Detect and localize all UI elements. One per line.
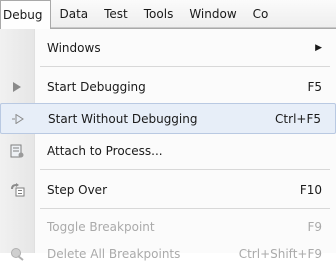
step-over-icon: [0, 174, 34, 205]
menu-item-windows[interactable]: Windows ▶: [0, 32, 336, 63]
menu-test[interactable]: Test: [96, 0, 136, 27]
menu-item-delete-all-breakpoints[interactable]: Delete All Breakpoints Ctrl+Shift+F9: [0, 242, 336, 266]
menu-bar: Debug Data Test Tools Window Co: [0, 0, 336, 29]
menu-window-label: Window: [189, 6, 237, 21]
menu-item-label: Start Debugging: [47, 79, 146, 94]
menu-item-label: Delete All Breakpoints: [47, 247, 181, 261]
menu-item-shortcut: F5: [307, 79, 322, 94]
menu-item-label: Step Over: [47, 182, 107, 197]
menu-item-shortcut: Ctrl+Shift+F9: [238, 247, 322, 261]
menu-community-label: Co: [252, 6, 269, 21]
menu-item-label: Start Without Debugging: [48, 111, 198, 126]
menu-item-toggle-breakpoint[interactable]: Toggle Breakpoint F9: [0, 212, 336, 242]
menu-item-start-debugging[interactable]: Start Debugging F5: [0, 71, 336, 102]
menu-debug[interactable]: Debug: [0, 0, 52, 29]
menu-tools[interactable]: Tools: [136, 0, 182, 27]
menu-separator: [40, 66, 330, 67]
menu-separator: [40, 208, 330, 209]
menu-item-label: Windows: [47, 40, 101, 55]
menu-item-label: Attach to Process...: [47, 143, 163, 158]
menu-item-step-over[interactable]: Step Over F10: [0, 174, 336, 205]
menu-debug-label: Debug: [3, 8, 43, 22]
menu-community-truncated[interactable]: Co: [245, 0, 277, 27]
menu-item-start-without-debugging[interactable]: Start Without Debugging Ctrl+F5: [0, 103, 336, 134]
menu-data[interactable]: Data: [51, 0, 96, 27]
debug-dropdown-menu: Windows ▶ Start Debugging F5 Start Witho…: [0, 28, 336, 261]
play-icon: [0, 71, 34, 102]
menu-item-shortcut: F10: [299, 182, 322, 197]
delete-breakpoints-icon: [0, 239, 34, 270]
menu-test-label: Test: [104, 6, 128, 21]
menu-window[interactable]: Window: [181, 0, 244, 27]
attach-process-icon: [0, 135, 34, 166]
play-outline-icon: [1, 103, 35, 134]
menu-item-shortcut: Ctrl+F5: [275, 111, 321, 126]
menu-tools-label: Tools: [143, 6, 174, 21]
submenu-arrow-icon: ▶: [315, 42, 322, 53]
menu-item-attach-to-process[interactable]: Attach to Process...: [0, 135, 336, 166]
menu-item-shortcut: F9: [307, 220, 322, 234]
windows-item-icon-slot: [0, 32, 34, 63]
menu-item-label: Toggle Breakpoint: [47, 220, 155, 234]
menu-separator: [40, 169, 330, 170]
menu-data-label: Data: [59, 6, 89, 21]
